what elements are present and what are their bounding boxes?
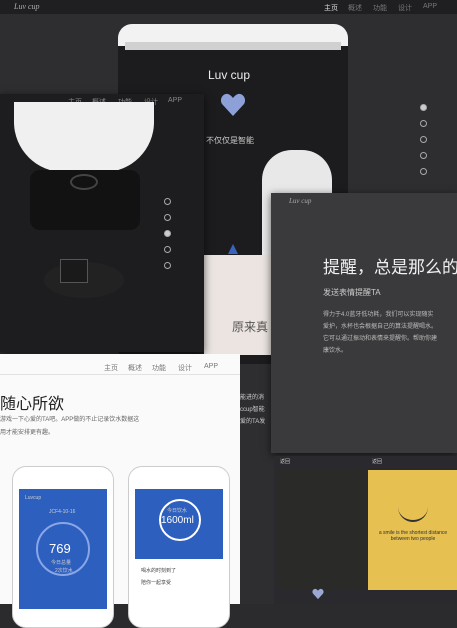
logo[interactable]: Luv cup xyxy=(14,2,40,11)
right-panel-subtitle: 发送表情提醒TA xyxy=(323,288,381,297)
bottom-body: 游戏一下心爱的TA吧。APP做的不止记录饮水数据这 用才能安排更有趣。 xyxy=(0,414,139,440)
bottom-panel: 主页 概述 功能 设计 APP 随心所欲 游戏一下心爱的TA吧。APP做的不止记… xyxy=(0,354,240,628)
hero-dot-5[interactable] xyxy=(420,168,427,175)
left-nav-app[interactable]: APP xyxy=(168,97,182,104)
nav-overview[interactable]: 概述 xyxy=(348,3,362,13)
left-panel: 主页 概述 功能 设计 APP xyxy=(0,94,204,352)
mid-line: 能进的消 xyxy=(240,395,265,401)
water-value: 769 xyxy=(49,541,71,556)
body-line: 康饮水。 xyxy=(323,348,348,354)
hero-tagline: 不仅仅是智能 xyxy=(206,136,254,145)
body-line: 用才能安排更有趣。 xyxy=(0,430,55,436)
bottom-nav-app[interactable]: APP xyxy=(204,363,218,370)
phone-brand: Luvcup xyxy=(25,495,42,501)
drink-value: 1600ml xyxy=(161,515,194,526)
ring-graphic xyxy=(70,174,98,190)
hero-title: Luv cup xyxy=(208,68,251,82)
water-sub: 2次饮水 xyxy=(55,568,73,574)
left-dot-1[interactable] xyxy=(164,198,171,205)
bottom-nav-design[interactable]: 设计 xyxy=(178,363,192,373)
smile-icon xyxy=(398,500,428,522)
left-dot-5[interactable] xyxy=(164,262,171,269)
nav-home[interactable]: 主页 xyxy=(324,3,338,13)
top-nav-bar xyxy=(0,0,457,14)
cup-lip xyxy=(125,42,341,50)
nav-design[interactable]: 设计 xyxy=(398,3,412,13)
hero-dot-2[interactable] xyxy=(420,120,427,127)
cup-top-image xyxy=(14,102,154,172)
paper-text: 原来真 xyxy=(232,320,269,334)
divider xyxy=(0,374,240,375)
left-dot-2[interactable] xyxy=(164,214,171,221)
note-line: 喝水的时刻到了 xyxy=(141,568,177,574)
phone-screen-2: 今日饮水 1600ml 喝水的时刻到了 陪你一起享受 xyxy=(135,489,223,609)
heart-icon xyxy=(220,93,246,116)
chip-graphic xyxy=(60,259,88,283)
chat-screen xyxy=(278,470,366,590)
nav-features[interactable]: 功能 xyxy=(373,3,387,13)
left-dot-4[interactable] xyxy=(164,246,171,253)
paper-card xyxy=(204,255,274,355)
left-dot-3[interactable] xyxy=(164,230,171,237)
back-button[interactable]: 返回 xyxy=(372,458,382,465)
right-panel-logo[interactable]: Luv cup xyxy=(289,197,311,205)
mid-line: ccup智能 xyxy=(240,407,265,413)
body-line: 游戏一下心爱的TA吧。APP做的不止记录饮水数据这 xyxy=(0,417,140,423)
back-button[interactable]: 返回 xyxy=(280,458,290,465)
bottom-title: 随心所欲 xyxy=(0,396,65,413)
right-panel: Luv cup 提醒，总是那么的 发送表情提醒TA 得力于4.0蓝牙低功耗，我们… xyxy=(271,193,457,453)
arrow-up-icon[interactable] xyxy=(228,244,238,254)
right-panel-title: 提醒，总是那么的 xyxy=(323,258,457,277)
phone-screen-1: Luvcup JCF4-10-16 769 今日总量 2次饮水 xyxy=(19,489,107,609)
bottom-nav-overview[interactable]: 概述 xyxy=(128,363,142,373)
hero-dot-1[interactable] xyxy=(420,104,427,111)
body-line: 得力于4.0蓝牙低功耗，我们可以实现随实 xyxy=(323,312,434,318)
bottom-nav-home[interactable]: 主页 xyxy=(104,363,118,373)
nav-app[interactable]: APP xyxy=(423,3,437,10)
water-unit: 今日总量 xyxy=(51,560,72,566)
drink-label: 今日饮水 xyxy=(167,508,188,514)
quote-text: a smile is the shortest distance between… xyxy=(378,530,448,542)
hero-dot-3[interactable] xyxy=(420,136,427,143)
right-panel-body: 得力于4.0蓝牙低功耗，我们可以实现随实 爱护，水杯也会根据自己的算法提醒喝水。… xyxy=(323,309,457,357)
mid-line: 爱的TA发 xyxy=(240,419,266,425)
mid-text: 能进的消 ccup智能 爱的TA发 xyxy=(240,392,265,428)
bottom-right-panel: 返回 返回 a smile is the shortest distance b… xyxy=(274,456,457,604)
bottom-nav-features[interactable]: 功能 xyxy=(152,363,166,373)
note-line: 陪你一起享受 xyxy=(141,580,172,586)
heart-icon[interactable] xyxy=(312,588,324,600)
quote-screen: a smile is the shortest distance between… xyxy=(368,470,457,590)
body-line: 爱护，水杯也会根据自己的算法提醒喝水。 xyxy=(323,324,438,330)
hero-dot-4[interactable] xyxy=(420,152,427,159)
phone-date: JCF4-10-16 xyxy=(49,509,76,515)
body-line: 它可以通过振动和表情来提醒你。帮助你建 xyxy=(323,336,438,342)
